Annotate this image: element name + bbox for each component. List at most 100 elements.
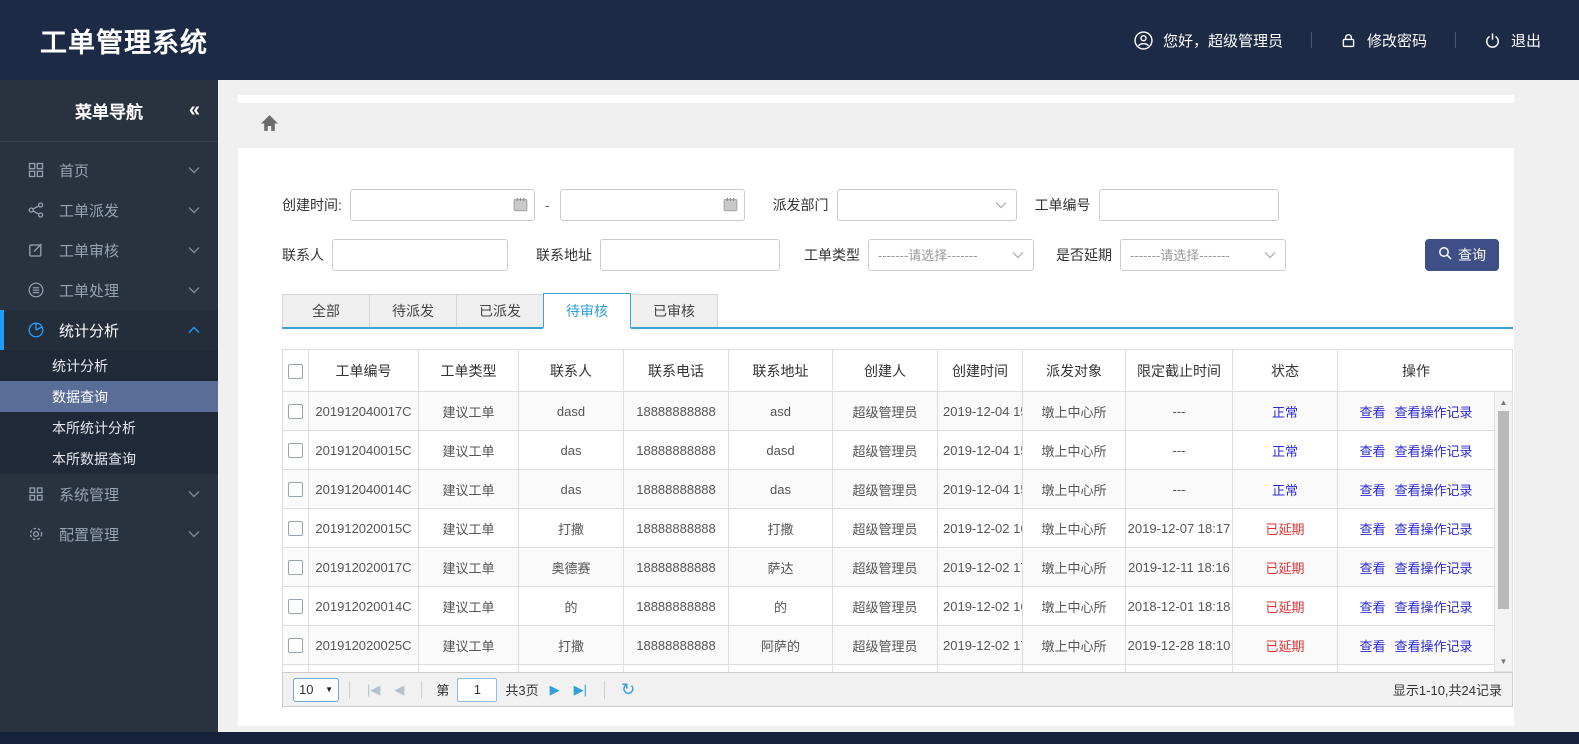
sidebar: 菜单导航 « 首页 工单派发 工单审核 工单处理 统计分析 统计分析 数据查询 …	[0, 80, 218, 732]
cell-target: 墩上中心所	[1022, 469, 1126, 509]
row-checkbox[interactable]	[288, 443, 303, 459]
page-size-select[interactable]: 10 ▼	[293, 677, 339, 702]
page-number-input[interactable]	[457, 677, 498, 702]
create-time-start-input[interactable]	[349, 188, 535, 221]
refresh-icon[interactable]: ↻	[621, 680, 635, 700]
tab-reviewed[interactable]: 已审核	[630, 294, 718, 327]
search-button[interactable]: 查询	[1425, 238, 1499, 271]
sidebar-item-statistics[interactable]: 统计分析	[0, 310, 218, 350]
user-greeting[interactable]: 您好，超级管理员	[1134, 30, 1283, 51]
lock-icon	[1340, 32, 1357, 49]
breadcrumb	[238, 103, 1514, 148]
sidebar-item-review[interactable]: 工单审核	[0, 230, 218, 270]
sidebar-header: 菜单导航 «	[0, 80, 218, 142]
sidebar-collapse-icon[interactable]: «	[189, 99, 200, 122]
delay-select[interactable]: -------请选择-------	[1120, 238, 1286, 271]
cell-order-type: 建议工单	[418, 469, 519, 509]
submenu-item-local-data-query[interactable]: 本所数据查询	[0, 443, 218, 474]
order-no-input[interactable]	[1098, 188, 1279, 221]
logout-button[interactable]: 退出	[1484, 30, 1541, 51]
view-link[interactable]: 查看	[1359, 639, 1385, 654]
calendar-icon[interactable]	[513, 197, 528, 215]
tab-dispatched[interactable]: 已派发	[456, 294, 544, 327]
view-log-link[interactable]: 查看操作记录	[1395, 522, 1473, 537]
cell-created: 2019-12-02 16	[937, 508, 1023, 548]
submenu-item-data-query[interactable]: 数据查询	[0, 381, 218, 412]
tab-all[interactable]: 全部	[282, 294, 370, 327]
table-row-partial	[282, 664, 1495, 672]
select-all-checkbox[interactable]	[288, 363, 303, 379]
view-log-link[interactable]: 查看操作记录	[1395, 444, 1473, 459]
order-type-select[interactable]: -------请选择-------	[868, 238, 1034, 271]
scrollbar-track[interactable]: ▲ ▼	[1494, 392, 1513, 672]
view-link[interactable]: 查看	[1359, 561, 1385, 576]
row-checkbox[interactable]	[288, 560, 303, 576]
cell-order-type: 建议工单	[418, 391, 519, 431]
submenu-item-statistics[interactable]: 统计分析	[0, 350, 218, 381]
row-checkbox[interactable]	[288, 482, 303, 498]
view-log-link[interactable]: 查看操作记录	[1395, 483, 1473, 498]
last-page-button[interactable]: ▶|	[574, 682, 587, 698]
row-checkbox[interactable]	[288, 521, 303, 537]
dispatch-dept-label: 派发部门	[772, 196, 829, 213]
view-link[interactable]: 查看	[1359, 405, 1385, 420]
cell-deadline: ---	[1125, 469, 1233, 509]
cell-actions: 查看 查看操作记录	[1337, 430, 1495, 470]
view-log-link[interactable]: 查看操作记录	[1395, 561, 1473, 576]
view-link[interactable]: 查看	[1359, 522, 1385, 537]
next-page-button[interactable]: ▶	[550, 682, 560, 698]
cell-target: 墩上中心所	[1022, 508, 1126, 548]
home-icon[interactable]	[260, 114, 279, 137]
address-input[interactable]	[600, 238, 780, 271]
scroll-up-arrow-icon[interactable]: ▲	[1495, 394, 1512, 410]
contact-input[interactable]	[332, 238, 508, 271]
filter-row-2: 联系人 联系地址 工单类型 -------请选择------- 是否延期 ---…	[282, 238, 1514, 271]
submenu-item-local-statistics[interactable]: 本所统计分析	[0, 412, 218, 443]
power-icon	[1484, 32, 1501, 49]
dispatch-dept-select[interactable]	[836, 188, 1017, 221]
view-log-link[interactable]: 查看操作记录	[1395, 600, 1473, 615]
sidebar-nav: 首页 工单派发 工单审核 工单处理 统计分析 统计分析 数据查询 本所统计分析 …	[0, 142, 218, 554]
view-link[interactable]: 查看	[1359, 444, 1385, 459]
tab-pending-review[interactable]: 待审核	[543, 293, 631, 329]
sidebar-item-process[interactable]: 工单处理	[0, 270, 218, 310]
work-order-table-zone: 工单编号 工单类型 联系人 联系电话 联系地址 创建人 创建时间 派发对象 限定…	[282, 349, 1513, 672]
table-row: 201912040017C 建议工单 dasd 18888888888 asd …	[282, 391, 1495, 431]
main-content: 创建时间: - 派发部门 工单编号 联系人 联系地址 工单类型 -------请…	[218, 80, 1579, 732]
sidebar-item-config[interactable]: 配置管理	[0, 514, 218, 554]
first-page-button[interactable]: |◀	[367, 682, 380, 698]
status-badge: 正常	[1232, 391, 1338, 431]
chevron-down-icon	[1264, 247, 1276, 262]
top-header-bar: 工单管理系统 您好，超级管理员 修改密码 退出	[0, 0, 1579, 80]
chevron-down-icon: ▼	[325, 685, 333, 694]
scroll-down-arrow-icon[interactable]: ▼	[1495, 653, 1512, 669]
cell-deadline: 2018-12-01 18:18	[1125, 586, 1233, 626]
view-link[interactable]: 查看	[1359, 600, 1385, 615]
cell-order-no: 201912020014C	[308, 586, 419, 626]
scrollbar-thumb[interactable]	[1498, 411, 1509, 609]
tab-pending-dispatch[interactable]: 待派发	[369, 294, 457, 327]
row-checkbox[interactable]	[288, 404, 303, 420]
calendar-icon[interactable]	[723, 197, 738, 215]
prev-page-button[interactable]: ◀	[394, 682, 404, 698]
cell-address: dasd	[728, 430, 833, 470]
sidebar-item-system[interactable]: 系统管理	[0, 474, 218, 514]
change-password-button[interactable]: 修改密码	[1340, 30, 1427, 51]
chevron-down-icon	[188, 166, 200, 174]
column-header: 联系地址	[728, 349, 833, 392]
row-checkbox[interactable]	[288, 638, 303, 654]
view-log-link[interactable]: 查看操作记录	[1395, 639, 1473, 654]
table-row: 201912020017C 建议工单 奥德赛 18888888888 萨达 超级…	[282, 547, 1495, 587]
view-log-link[interactable]: 查看操作记录	[1395, 405, 1473, 420]
sidebar-item-home[interactable]: 首页	[0, 150, 218, 190]
view-link[interactable]: 查看	[1359, 483, 1385, 498]
search-icon	[1438, 246, 1452, 263]
cell-order-type: 建议工单	[418, 625, 519, 665]
cell-actions: 查看 查看操作记录	[1337, 625, 1495, 665]
sidebar-item-dispatch[interactable]: 工单派发	[0, 190, 218, 230]
create-time-end-input[interactable]	[559, 188, 745, 221]
status-badge: 已延期	[1232, 547, 1338, 587]
row-checkbox[interactable]	[288, 599, 303, 615]
cell-phone: 18888888888	[623, 625, 729, 665]
column-header: 状态	[1232, 349, 1338, 392]
